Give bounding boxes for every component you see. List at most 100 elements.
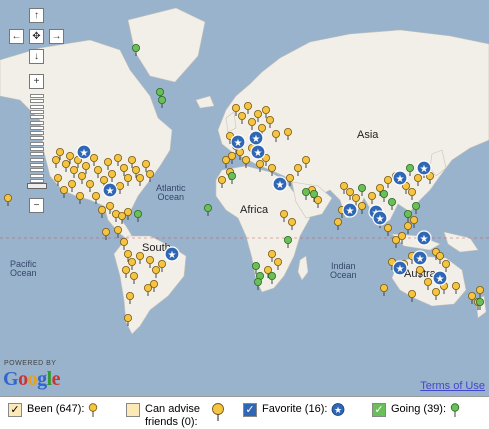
been-marker[interactable] (279, 209, 288, 222)
been-marker[interactable] (122, 265, 131, 278)
been-marker[interactable] (4, 193, 12, 206)
been-marker[interactable] (397, 231, 406, 244)
pan-center-button[interactable]: ✥ (29, 29, 44, 44)
been-marker[interactable] (114, 225, 123, 238)
been-marker[interactable] (423, 277, 432, 290)
going-marker[interactable] (405, 163, 414, 176)
pan-up-button[interactable]: ↑ (29, 8, 44, 23)
legend-can-advise[interactable]: Can advise friends (0): (126, 403, 225, 429)
been-marker[interactable] (114, 153, 123, 166)
been-marker[interactable] (98, 205, 107, 218)
been-marker[interactable] (78, 171, 87, 184)
legend-favorite[interactable]: ✓ Favorite (16): ★ (243, 403, 345, 419)
been-marker[interactable] (124, 173, 133, 186)
been-marker[interactable] (145, 255, 154, 268)
been-checkbox[interactable]: ✓ (8, 403, 22, 417)
favorite-marker[interactable]: ★ (412, 250, 428, 266)
been-marker[interactable] (82, 161, 91, 174)
been-marker[interactable] (407, 289, 416, 302)
been-marker[interactable] (116, 181, 125, 194)
been-marker[interactable] (367, 191, 376, 204)
been-marker[interactable] (301, 155, 310, 168)
zoom-level-tick[interactable] (30, 168, 44, 173)
been-marker[interactable] (267, 163, 276, 176)
been-marker[interactable] (145, 169, 154, 182)
been-marker[interactable] (108, 169, 117, 182)
been-marker[interactable] (120, 237, 129, 250)
going-marker[interactable] (133, 209, 142, 222)
been-marker[interactable] (86, 179, 95, 192)
been-marker[interactable] (413, 173, 422, 186)
been-marker[interactable] (403, 221, 412, 234)
been-marker[interactable] (124, 207, 133, 220)
going-marker[interactable] (253, 277, 262, 290)
been-marker[interactable] (217, 175, 226, 188)
zoom-level-tick[interactable] (30, 136, 44, 141)
zoom-level-tick[interactable] (30, 157, 44, 162)
going-marker[interactable] (357, 183, 366, 196)
advise-checkbox[interactable] (126, 403, 140, 417)
favorite-marker[interactable]: ★ (230, 134, 246, 150)
been-marker[interactable] (90, 153, 99, 166)
favorite-marker[interactable]: ★ (416, 230, 432, 246)
been-marker[interactable] (255, 159, 264, 172)
going-marker[interactable] (203, 203, 212, 216)
pan-left-button[interactable]: ← (9, 29, 24, 44)
zoom-level-tick[interactable] (30, 104, 44, 109)
going-marker[interactable] (387, 197, 396, 210)
been-marker[interactable] (237, 112, 246, 124)
favorite-marker[interactable]: ★ (272, 176, 288, 192)
zoom-slider[interactable] (28, 94, 46, 194)
been-marker[interactable] (431, 287, 440, 300)
been-marker[interactable] (120, 163, 129, 176)
zoom-level-tick[interactable] (30, 125, 44, 130)
going-marker[interactable] (131, 44, 140, 56)
been-marker[interactable] (313, 195, 322, 208)
favorite-marker[interactable]: ★ (76, 144, 92, 160)
favorite-marker[interactable]: ★ (372, 210, 388, 226)
been-marker[interactable] (265, 116, 274, 128)
been-marker[interactable] (94, 165, 103, 178)
zoom-in-button[interactable]: + (29, 74, 44, 89)
been-marker[interactable] (62, 159, 71, 172)
been-marker[interactable] (143, 283, 152, 296)
zoom-level-tick[interactable] (30, 120, 44, 125)
legend-been[interactable]: ✓ Been (647): (8, 403, 98, 417)
pan-right-button[interactable]: → (49, 29, 64, 44)
going-marker[interactable] (283, 235, 292, 248)
going-marker[interactable] (301, 187, 310, 200)
been-marker[interactable] (283, 127, 292, 140)
been-marker[interactable] (151, 265, 160, 278)
been-marker[interactable] (383, 223, 392, 236)
been-marker[interactable] (407, 187, 416, 200)
been-marker[interactable] (415, 265, 424, 278)
been-marker[interactable] (227, 151, 236, 164)
going-marker[interactable] (251, 261, 260, 274)
been-marker[interactable] (383, 175, 392, 188)
been-marker[interactable] (92, 191, 101, 204)
favorite-marker[interactable]: ★ (250, 144, 266, 160)
favorite-checkbox[interactable]: ✓ (243, 403, 257, 417)
favorite-marker[interactable]: ★ (392, 170, 408, 186)
going-marker[interactable] (411, 201, 420, 214)
been-marker[interactable] (141, 159, 150, 172)
been-marker[interactable] (68, 179, 77, 192)
been-marker[interactable] (475, 285, 484, 298)
been-marker[interactable] (104, 157, 113, 170)
zoom-level-tick[interactable] (30, 162, 44, 167)
been-marker[interactable] (221, 155, 230, 168)
zoom-level-tick[interactable] (30, 115, 44, 120)
going-marker[interactable] (267, 271, 276, 284)
favorite-marker[interactable]: ★ (342, 202, 358, 218)
zoom-level-tick[interactable] (30, 131, 44, 136)
been-marker[interactable] (76, 191, 85, 204)
zoom-level-tick[interactable] (30, 141, 44, 146)
favorite-marker[interactable]: ★ (392, 260, 408, 276)
zoom-level-tick[interactable] (30, 147, 44, 151)
been-marker[interactable] (379, 283, 388, 296)
been-marker[interactable] (287, 217, 296, 230)
zoom-slider-handle[interactable] (27, 183, 47, 189)
been-marker[interactable] (271, 129, 280, 142)
zoom-out-button[interactable]: − (29, 198, 44, 213)
been-marker[interactable] (391, 235, 400, 248)
